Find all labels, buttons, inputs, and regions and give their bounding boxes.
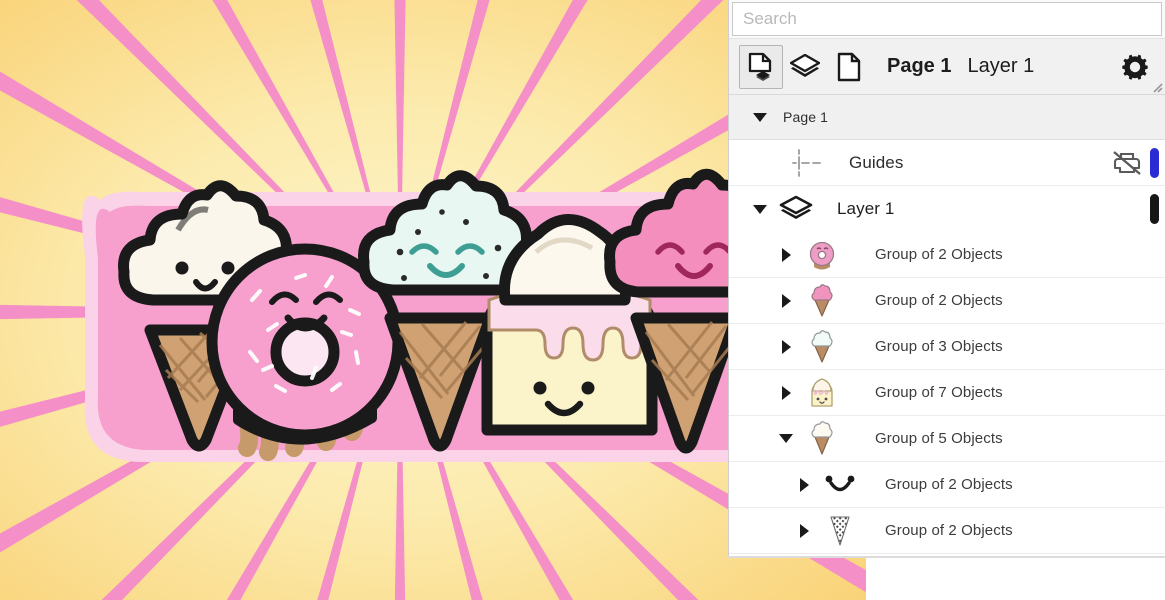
tree-row-group-4[interactable]: Group of 7 Objects bbox=[729, 370, 1165, 416]
toolbar-page-label[interactable]: Page 1 bbox=[887, 55, 951, 78]
panel-bottom-edge bbox=[728, 556, 1165, 558]
donut-thumb-glyph bbox=[809, 241, 835, 269]
pink-cone-thumb-icon bbox=[803, 281, 841, 321]
tree-row-layer-1[interactable]: Layer 1 bbox=[729, 186, 1165, 232]
layers-icon[interactable] bbox=[783, 45, 827, 89]
toolbar-layer-label[interactable]: Layer 1 bbox=[967, 55, 1034, 78]
tree-row-label: Group of 3 Objects bbox=[875, 338, 1003, 355]
tree-row-label: Group of 7 Objects bbox=[875, 384, 1003, 401]
objects-panel: Page 1 Layer 1 Page 1 bbox=[728, 0, 1165, 556]
mint-cone-thumb-glyph bbox=[811, 329, 833, 363]
guides-color-bar[interactable] bbox=[1150, 147, 1159, 178]
search-input[interactable] bbox=[732, 2, 1162, 36]
tree-row-label: Group of 2 Objects bbox=[885, 476, 1013, 493]
page-glyph bbox=[837, 52, 861, 81]
tree-row-label: Group of 2 Objects bbox=[875, 292, 1003, 309]
layers-icon bbox=[777, 189, 815, 229]
donut-thumb-icon bbox=[803, 235, 841, 275]
tree-row-label: Layer 1 bbox=[837, 199, 895, 218]
row-controls bbox=[1150, 186, 1165, 232]
object-properties-icon[interactable] bbox=[739, 44, 783, 89]
twisty-down-icon[interactable] bbox=[747, 112, 773, 122]
twisty-right-icon[interactable] bbox=[773, 247, 799, 262]
vanilla-cone-thumb-icon bbox=[803, 419, 841, 459]
tree-row-guides[interactable]: Guides bbox=[729, 140, 1165, 186]
pudding-thumb-glyph bbox=[811, 377, 833, 407]
sticker-group bbox=[82, 168, 783, 462]
tree-row-group-5-child-2[interactable]: Group of 2 Objects bbox=[729, 508, 1165, 554]
gear-glyph bbox=[1122, 54, 1148, 80]
mint-cone-thumb-icon bbox=[803, 327, 841, 367]
layers-glyph bbox=[790, 53, 820, 77]
panel-toolbar: Page 1 Layer 1 bbox=[729, 38, 1165, 95]
tree-row-page-1[interactable]: Page 1 bbox=[729, 95, 1165, 140]
vanilla-cone-thumb-glyph bbox=[811, 420, 833, 455]
layers-glyph bbox=[779, 195, 813, 219]
twisty-right-icon[interactable] bbox=[791, 523, 817, 538]
guides-glyph bbox=[792, 148, 821, 177]
tree-row-group-2[interactable]: Group of 2 Objects bbox=[729, 278, 1165, 324]
resize-grip-icon[interactable] bbox=[1151, 81, 1163, 93]
pink-cone-thumb-glyph bbox=[811, 283, 833, 317]
page-icon[interactable] bbox=[827, 45, 871, 89]
tree-row-label: Group of 5 Objects bbox=[875, 430, 1003, 447]
object-properties-glyph bbox=[748, 52, 772, 81]
twisty-right-icon[interactable] bbox=[773, 293, 799, 308]
face-thumb-glyph bbox=[825, 475, 855, 491]
waffle-cone-thumb-icon bbox=[821, 511, 859, 551]
pudding-thumb-icon bbox=[803, 373, 841, 413]
tree-row-label: Group of 2 Objects bbox=[875, 246, 1003, 263]
tree-row-label: Guides bbox=[849, 152, 904, 172]
search-row bbox=[729, 0, 1165, 38]
layer-color-bar[interactable] bbox=[1150, 194, 1159, 224]
no-print-icon[interactable] bbox=[1112, 150, 1142, 176]
tree-row-group-5-child-1[interactable]: Group of 2 Objects bbox=[729, 462, 1165, 508]
twisty-right-icon[interactable] bbox=[773, 385, 799, 400]
twisty-right-icon[interactable] bbox=[791, 477, 817, 492]
twisty-down-icon[interactable] bbox=[747, 204, 773, 214]
tree-row-label: Page 1 bbox=[783, 109, 828, 125]
tree-row-label: Group of 2 Objects bbox=[885, 522, 1013, 539]
guides-icon bbox=[789, 143, 827, 183]
face-thumb-icon bbox=[821, 465, 859, 505]
row-controls bbox=[1112, 140, 1165, 185]
twisty-down-icon[interactable] bbox=[773, 434, 799, 443]
object-tree[interactable]: Page 1 Guides Layer 1 Group of 2 Objects… bbox=[729, 95, 1165, 556]
tree-row-group-1[interactable]: Group of 2 Objects bbox=[729, 232, 1165, 278]
empty-canvas-area bbox=[866, 556, 1165, 600]
twisty-right-icon[interactable] bbox=[773, 339, 799, 354]
tree-row-group-3[interactable]: Group of 3 Objects bbox=[729, 324, 1165, 370]
waffle-cone-thumb-glyph bbox=[830, 515, 850, 546]
tree-row-group-5[interactable]: Group of 5 Objects bbox=[729, 416, 1165, 462]
